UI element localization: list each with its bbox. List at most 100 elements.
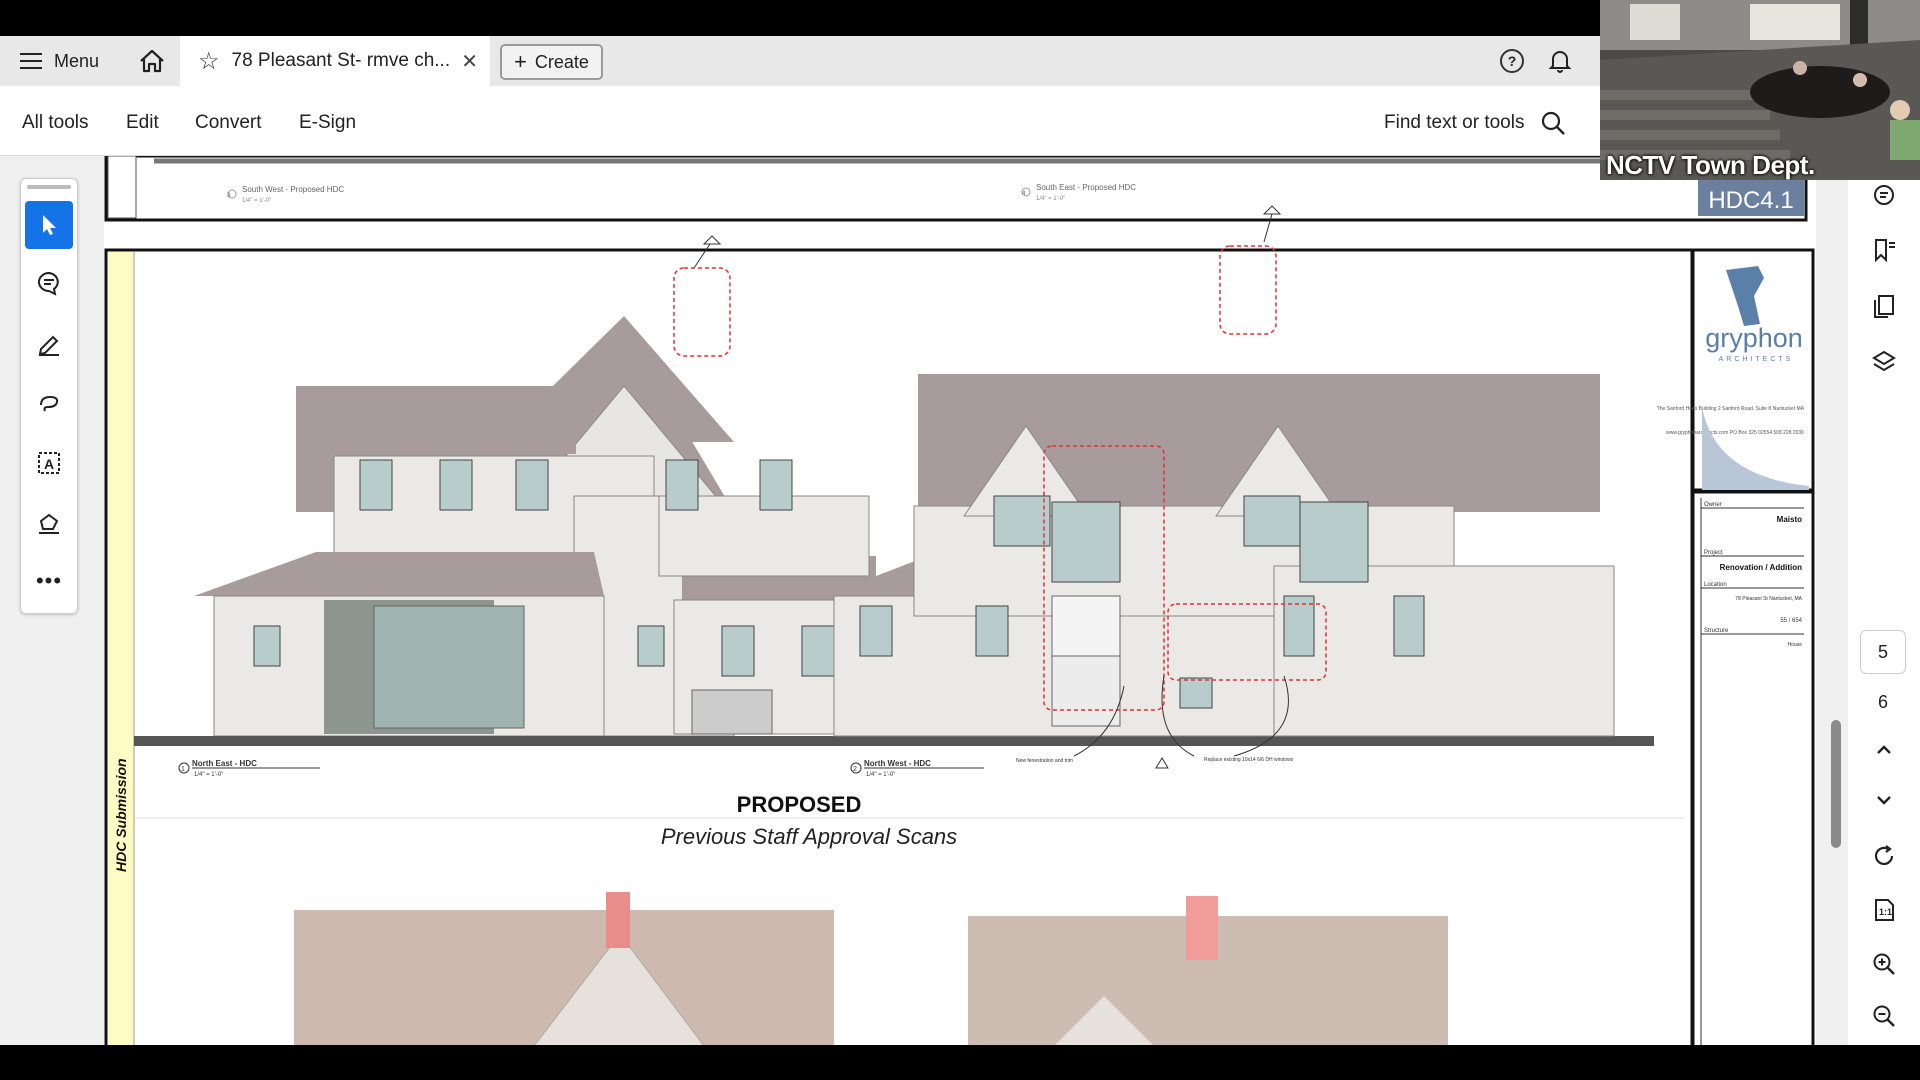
close-tab-icon[interactable]: ✕: [461, 49, 478, 74]
zoom-out-icon: [1873, 1005, 1895, 1027]
zoom-in-icon: [1873, 953, 1895, 975]
home-icon: [140, 49, 164, 73]
webcam-caption: NCTV Town Dept.: [1606, 150, 1815, 180]
view1-title: North East - HDC: [192, 759, 257, 768]
more-icon: •••: [35, 568, 63, 593]
side-label: HDC Submission: [113, 758, 129, 872]
hamburger-icon: [20, 53, 42, 69]
firm-contact: www.gryphonarchitects.com PO Box 325 025…: [1666, 430, 1804, 436]
page-down-button[interactable]: [1864, 780, 1904, 820]
document-tab[interactable]: ☆ 78 Pleasant St- rmve ch... ✕: [180, 36, 490, 86]
top-view-right-scale: 1/4" = 1'-0": [1036, 196, 1065, 202]
top-view-left-scale: 1/4" = 1'-0": [242, 198, 271, 204]
note-fenestration: New fenestration and trim: [1016, 758, 1073, 764]
location-value: 78 Pleasant St Nantucket, MA: [1735, 596, 1802, 602]
pdf-page: 3 South West - Proposed HDC 1/4" = 1'-0"…: [104, 156, 1816, 1045]
home-button[interactable]: [134, 36, 170, 86]
comment-icon: [38, 271, 59, 296]
pages-panel-button[interactable]: [1864, 286, 1904, 326]
firm-name: gryphon: [1705, 323, 1803, 353]
tab-bar: Menu ☆ 78 Pleasant St- rmve ch... ✕ + Cr…: [0, 36, 1600, 86]
help-icon: ?: [1500, 49, 1524, 73]
comment-panel-icon: [1874, 185, 1894, 205]
lasso-icon: [40, 395, 59, 412]
top-view-right-title: South East - Proposed HDC: [1036, 183, 1136, 192]
fit-page-button[interactable]: 1:1: [1864, 890, 1904, 930]
sign-tool[interactable]: [25, 499, 73, 547]
chevron-up-icon: [1877, 745, 1891, 754]
right-rail: 1:1: [1848, 156, 1920, 1045]
sheet-number: HDC4.1: [1708, 187, 1793, 214]
notifications-button[interactable]: [1548, 36, 1572, 86]
staff-approval-subheading: Previous Staff Approval Scans: [661, 824, 957, 849]
next-page-number[interactable]: 6: [1860, 680, 1906, 724]
zoom-out-button[interactable]: [1864, 996, 1904, 1036]
refresh-button[interactable]: [1864, 836, 1904, 876]
view1-scale: 1/4" = 1'-0": [194, 772, 223, 778]
bottom-letterbox: [0, 1045, 1920, 1080]
structure-value: House: [1788, 642, 1803, 648]
menu-button[interactable]: Menu: [20, 36, 99, 86]
signature-icon: [39, 513, 59, 534]
all-tools-menu[interactable]: All tools: [22, 112, 89, 134]
view2-num: 2: [853, 766, 857, 773]
layers-icon: [1872, 350, 1896, 372]
top-view-left-title: South West - Proposed HDC: [242, 185, 344, 194]
create-label: Create: [534, 51, 589, 72]
firm-sub: ARCHITECTS: [1719, 356, 1794, 363]
comments-panel-button[interactable]: [1864, 176, 1904, 216]
project-value: Renovation / Addition: [1720, 563, 1802, 572]
menu-label: Menu: [54, 50, 100, 71]
svg-text:A: A: [44, 456, 54, 472]
star-icon[interactable]: ☆: [198, 47, 220, 76]
cursor-icon: [43, 215, 56, 235]
location-label: Location: [1704, 582, 1727, 588]
owner-label: Owner: [1704, 502, 1722, 508]
text-box-icon: A: [38, 452, 60, 474]
find-text-or-tools[interactable]: Find text or tools: [1384, 112, 1524, 134]
document-tab-title: 78 Pleasant St- rmve ch...: [231, 50, 451, 71]
note-replace: Replace existing 10x14 6/6 DH windows: [1204, 757, 1294, 763]
view2-scale: 1/4" = 1'-0": [866, 772, 895, 778]
search-icon[interactable]: [1540, 110, 1566, 136]
proposed-heading: PROPOSED: [737, 792, 862, 817]
text-tool[interactable]: A: [25, 439, 73, 487]
tools-bar: All tools Edit Convert E-Sign Find text …: [0, 86, 1600, 156]
bell-icon: [1548, 51, 1572, 73]
left-tool-rail: A •••: [20, 178, 78, 614]
view2-title: North West - HDC: [864, 759, 931, 768]
owner-value: Maisto: [1777, 515, 1802, 524]
document-canvas[interactable]: 3 South West - Proposed HDC 1/4" = 1'-0"…: [0, 156, 1848, 1045]
firm-address: The Sanford Hoes Building 2 Sanford Road…: [1657, 406, 1805, 412]
rail-grip[interactable]: [27, 185, 71, 189]
plus-icon: +: [514, 49, 527, 74]
comment-tool[interactable]: [25, 259, 73, 307]
chevron-down-icon: [1877, 796, 1891, 805]
current-page-indicator[interactable]: 5: [1860, 630, 1906, 674]
svg-text:1:1: 1:1: [1879, 907, 1892, 917]
app-window: Menu ☆ 78 Pleasant St- rmve ch... ✕ + Cr…: [0, 0, 1920, 1080]
draw-tool[interactable]: [25, 379, 73, 427]
actual-size-icon: 1:1: [1875, 899, 1894, 921]
edit-menu[interactable]: Edit: [126, 112, 159, 134]
architectural-drawing: 3 South West - Proposed HDC 1/4" = 1'-0"…: [104, 156, 1815, 1045]
zoom-in-button[interactable]: [1864, 944, 1904, 984]
refresh-icon: [1874, 845, 1894, 865]
convert-menu[interactable]: Convert: [195, 112, 262, 134]
layers-panel-button[interactable]: [1864, 342, 1904, 382]
page-up-button[interactable]: [1864, 730, 1904, 770]
highlight-tool[interactable]: [25, 319, 73, 367]
help-button[interactable]: ?: [1500, 36, 1524, 86]
view1-num: 1: [181, 766, 185, 773]
pen-icon: [38, 335, 59, 356]
select-tool[interactable]: [25, 201, 73, 249]
project-label: Project: [1704, 550, 1723, 556]
esign-menu[interactable]: E-Sign: [299, 112, 356, 134]
parcel-value: 55 / 654: [1780, 618, 1802, 624]
more-tools-button[interactable]: •••: [25, 557, 73, 605]
create-button[interactable]: + Create: [500, 44, 603, 80]
vertical-scrollbar[interactable]: [1831, 720, 1841, 848]
pages-icon: [1874, 295, 1894, 318]
bookmarks-panel-button[interactable]: [1864, 230, 1904, 270]
bookmark-icon: [1875, 239, 1895, 263]
